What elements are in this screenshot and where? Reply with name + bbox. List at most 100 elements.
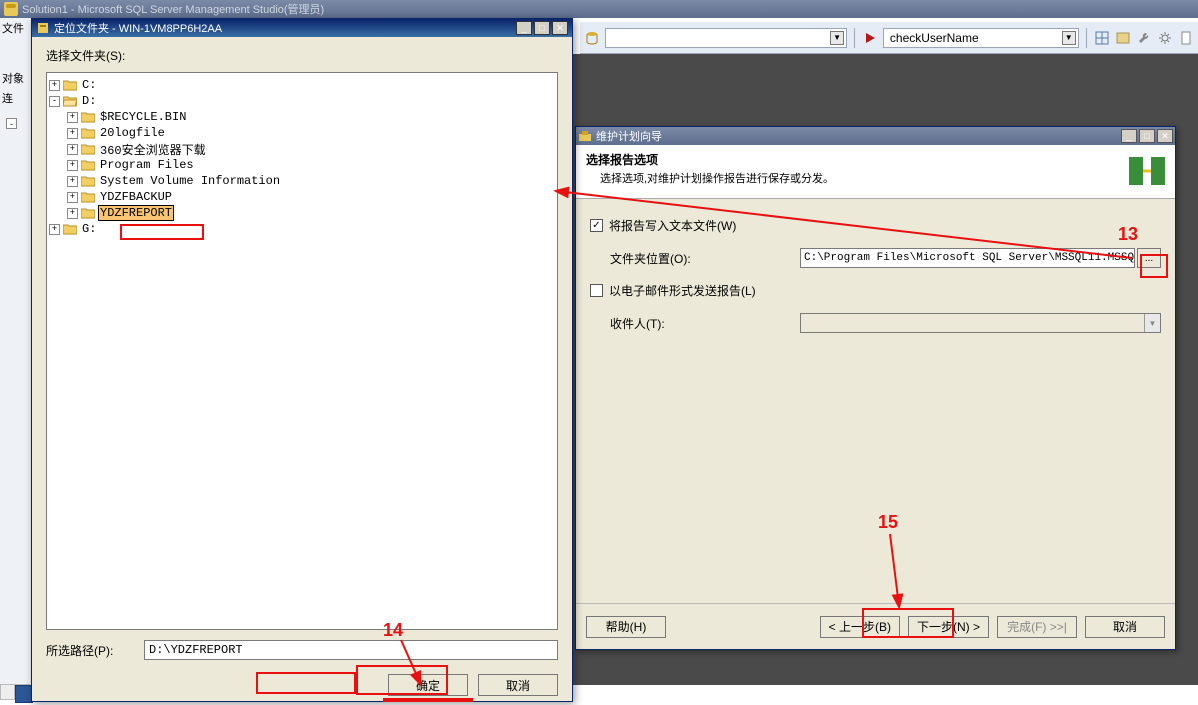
cancel-button[interactable]: 取消 (478, 674, 558, 696)
expand-icon[interactable]: + (67, 112, 78, 123)
tree-node[interactable]: +Program Files (49, 157, 555, 173)
minimize-button[interactable]: _ (516, 21, 532, 35)
wizard-title: 维护计划向导 (596, 128, 662, 144)
cancel-button[interactable]: 取消 (1085, 616, 1165, 638)
ok-button[interactable]: 确定 (388, 674, 468, 696)
database-dropdown[interactable]: ▼ (605, 28, 847, 48)
h-scrollbar[interactable]: ▶ (0, 684, 15, 700)
tree-node[interactable]: +20logfile (49, 125, 555, 141)
toolbar-btn-1[interactable] (1094, 29, 1111, 47)
app-titlebar: Solution1 - Microsoft SQL Server Managem… (0, 0, 1198, 18)
folder-icon (81, 191, 95, 203)
picker-title: 定位文件夹 - WIN-1VM8PP6H2AA (54, 20, 222, 36)
email-report-label: 以电子邮件形式发送报告(L) (609, 282, 756, 299)
server-icon (36, 21, 50, 35)
db-icon (585, 31, 599, 45)
folder-icon (81, 127, 95, 139)
email-report-checkbox[interactable] (590, 284, 603, 297)
next-button[interactable]: 下一步(N) > (908, 616, 989, 638)
wizard-icon (578, 129, 592, 143)
close-button[interactable]: ✕ (552, 21, 568, 35)
folder-icon (81, 111, 95, 123)
folder-icon (63, 79, 77, 91)
chevron-down-icon[interactable]: ▼ (1062, 31, 1076, 45)
selected-path-label: 所选路径(P): (46, 642, 136, 659)
folder-icon (81, 143, 95, 155)
expand-icon[interactable]: + (67, 192, 78, 203)
wizard-footer: 帮助(H) < 上一步(B) 下一步(N) > 完成(F) >>| 取消 (576, 603, 1175, 649)
write-report-checkbox[interactable] (590, 219, 603, 232)
menu-file[interactable]: 文件 (0, 18, 31, 38)
wizard-titlebar[interactable]: 维护计划向导 _ □ ✕ (576, 127, 1175, 145)
tree-node[interactable]: +$RECYCLE.BIN (49, 109, 555, 125)
grid-icon (1095, 31, 1109, 45)
table-icon (1116, 31, 1130, 45)
tree-node-selected[interactable]: +YDZFREPORT (49, 205, 555, 221)
toolbar-btn-5[interactable] (1177, 29, 1194, 47)
selected-path-row: 所选路径(P): D:\YDZFREPORT (32, 634, 572, 666)
minimize-button[interactable]: _ (1121, 129, 1137, 143)
tree-node[interactable]: +System Volume Information (49, 173, 555, 189)
maximize-button[interactable]: □ (534, 21, 550, 35)
chevron-down-icon[interactable]: ▼ (830, 31, 844, 45)
toolbar-btn-2[interactable] (1114, 29, 1131, 47)
tree-node[interactable]: +360安全浏览器下载 (49, 141, 555, 157)
folder-icon (81, 159, 95, 171)
help-button[interactable]: 帮助(H) (586, 616, 666, 638)
expand-icon[interactable]: + (67, 128, 78, 139)
folder-icon (63, 223, 77, 235)
wizard-header-icon (1125, 149, 1169, 193)
collapse-icon[interactable]: - (49, 96, 60, 107)
folder-icon (81, 175, 95, 187)
play-red-icon (863, 31, 877, 45)
chevron-down-icon: ▼ (1144, 314, 1160, 332)
gear-icon (1158, 31, 1172, 45)
execute-text: checkUserName (886, 31, 1062, 45)
wizard-header: 选择报告选项 选择选项,对维护计划操作报告进行保存或分发。 (576, 145, 1175, 199)
wizard-body: 将报告写入文本文件(W) 文件夹位置(O): C:\Program Files\… (576, 199, 1175, 365)
folder-tree[interactable]: + C: - D: +$RECYCLE.BIN +20logfile +360安… (46, 72, 558, 630)
maintenance-plan-wizard-dialog: 维护计划向导 _ □ ✕ 选择报告选项 选择选项,对维护计划操作报告进行保存或分… (575, 126, 1176, 650)
panel-object-explorer[interactable]: 对象 (0, 68, 31, 88)
left-dock: 文件 对象 连 - ▶ (0, 18, 32, 700)
expand-icon[interactable]: + (67, 208, 78, 219)
expand-icon[interactable]: + (49, 80, 60, 91)
tree-node-d[interactable]: - D: (49, 93, 555, 109)
maximize-button[interactable]: □ (1139, 129, 1155, 143)
wizard-header-subtitle: 选择选项,对维护计划操作报告进行保存或分发。 (586, 168, 834, 186)
selected-path-input[interactable]: D:\YDZFREPORT (144, 640, 558, 660)
write-report-label: 将报告写入文本文件(W) (609, 217, 736, 234)
locate-folder-dialog: 定位文件夹 - WIN-1VM8PP6H2AA _ □ ✕ 选择文件夹(S): … (31, 18, 573, 702)
folder-open-icon (63, 95, 77, 107)
expand-icon[interactable]: + (67, 144, 78, 155)
doc-icon (1179, 31, 1193, 45)
recipient-combo: ▼ (800, 313, 1161, 333)
recipient-label: 收件人(T): (610, 315, 800, 332)
panel-connect[interactable]: 连 (0, 88, 31, 108)
expand-icon[interactable]: + (67, 160, 78, 171)
tree-node-c[interactable]: + C: (49, 77, 555, 93)
folder-location-input[interactable]: C:\Program Files\Microsoft SQL Server\MS… (800, 248, 1135, 268)
execute-dropdown[interactable]: checkUserName ▼ (883, 28, 1079, 48)
toolbar-button[interactable] (584, 29, 601, 47)
execute-button[interactable] (862, 29, 879, 47)
app-title: Solution1 - Microsoft SQL Server Managem… (22, 1, 324, 17)
folder-location-label: 文件夹位置(O): (610, 250, 800, 267)
select-folder-label: 选择文件夹(S): (32, 37, 572, 68)
query-toolbar: ▼ checkUserName ▼ (580, 22, 1198, 54)
picker-footer: 确定 取消 (32, 666, 572, 704)
toolbar-btn-4[interactable] (1156, 29, 1173, 47)
ssms-icon (4, 2, 18, 16)
close-button[interactable]: ✕ (1157, 129, 1173, 143)
tree-node[interactable]: +YDZFBACKUP (49, 189, 555, 205)
tree-collapse-icon[interactable]: - (6, 118, 17, 129)
toolbar-btn-3[interactable] (1135, 29, 1152, 47)
expand-icon[interactable]: + (67, 176, 78, 187)
tree-node-g[interactable]: + G: (49, 221, 555, 237)
back-button[interactable]: < 上一步(B) (820, 616, 900, 638)
expand-icon[interactable]: + (49, 224, 60, 235)
folder-icon (81, 207, 95, 219)
browse-folder-button[interactable]: ... (1137, 248, 1161, 268)
picker-titlebar[interactable]: 定位文件夹 - WIN-1VM8PP6H2AA _ □ ✕ (32, 19, 572, 37)
wrench-icon (1137, 31, 1151, 45)
